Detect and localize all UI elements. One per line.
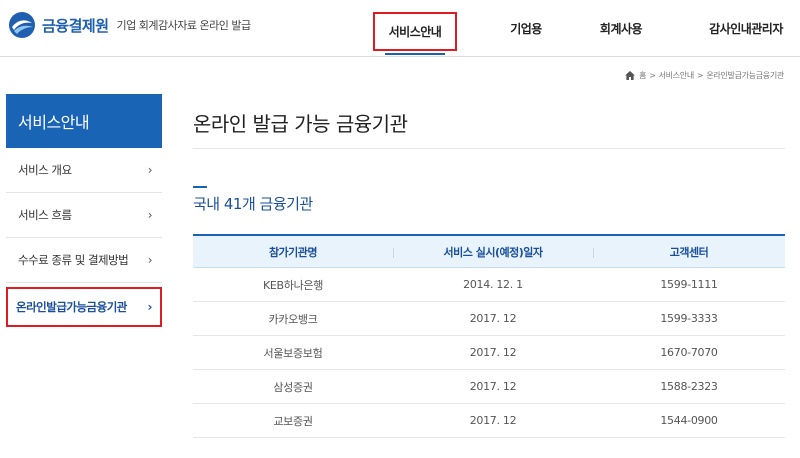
nav-service-guide[interactable]: 서비스안내: [373, 12, 457, 55]
cell-date: 2017. 12: [469, 380, 517, 393]
cell-institution: 서울보증보험: [263, 346, 323, 360]
global-nav: 서비스안내 기업용 회계사용 감사인내관리자: [0, 0, 800, 57]
table-row: 카카오뱅크 2017. 12 1599-3333: [193, 302, 785, 336]
column-header-institution: 참가기관명: [268, 245, 318, 259]
cell-contact: 1599-3333: [660, 312, 718, 325]
cell-contact: 1599-1111: [660, 278, 718, 291]
table-row: KEB하나은행 2014. 12. 1 1599-1111: [193, 268, 785, 302]
home-icon[interactable]: [625, 71, 636, 80]
nav-label: 기업용: [510, 22, 542, 36]
breadcrumb-home[interactable]: 홈: [639, 70, 646, 81]
cell-date: 2017. 12: [469, 414, 517, 427]
cell-contact: 1544-0900: [660, 414, 718, 427]
breadcrumb-separator: >: [696, 71, 704, 80]
sidebar-item-fees[interactable]: 수수료 종류 및 결제방법 ›: [6, 238, 162, 283]
divider: [193, 148, 785, 149]
table-header: 참가기관명 서비스 실시(예정)일자 고객센터: [193, 234, 785, 268]
section-mark: [193, 186, 207, 188]
chevron-right-icon: ›: [147, 253, 153, 267]
nav-company[interactable]: 기업용: [490, 0, 562, 57]
active-underline: [385, 53, 445, 55]
table-row: 삼성증권 2017. 12 1588-2323: [193, 370, 785, 404]
sidebar-item-label: 서비스 흐름: [18, 208, 72, 222]
sidebar-item-flow[interactable]: 서비스 흐름 ›: [6, 193, 162, 238]
table-row: 교보증권 2017. 12 1544-0900: [193, 404, 785, 438]
cell-date: 2014. 12. 1: [463, 278, 523, 291]
nav-label: 서비스안내: [388, 25, 442, 39]
breadcrumb-current: 온라인발급가능금융기관: [706, 71, 784, 80]
table-row: 서울보증보험 2017. 12 1670-7070: [193, 336, 785, 370]
cell-institution: 교보증권: [273, 414, 313, 428]
chevron-right-icon: ›: [147, 163, 153, 177]
cell-institution: KEB하나은행: [262, 278, 324, 292]
sidebar: 서비스안내 서비스 개요 › 서비스 흐름 › 수수료 종류 및 결제방법 › …: [6, 94, 162, 327]
nav-accountant[interactable]: 회계사용: [583, 0, 659, 57]
sidebar-item-overview[interactable]: 서비스 개요 ›: [6, 148, 162, 193]
chevron-right-icon: ›: [147, 300, 153, 314]
cell-contact: 1670-7070: [660, 346, 718, 359]
breadcrumb-service-guide[interactable]: 서비스안내: [659, 70, 695, 81]
nav-auditor-admin[interactable]: 감사인내관리자: [695, 0, 797, 57]
cell-contact: 1588-2323: [660, 380, 718, 393]
cell-institution: 카카오뱅크: [268, 312, 318, 326]
nav-label: 회계사용: [599, 22, 643, 36]
sidebar-item-label: 서비스 개요: [18, 163, 72, 177]
sidebar-title: 서비스안내: [6, 94, 162, 148]
cell-date: 2017. 12: [469, 312, 517, 325]
sidebar-item-label: 온라인발급가능금융기관: [16, 300, 127, 314]
institutions-table: 참가기관명 서비스 실시(예정)일자 고객센터 KEB하나은행 2014. 12…: [193, 234, 785, 438]
chevron-right-icon: ›: [147, 208, 153, 222]
breadcrumb: 홈 > 서비스안내 > 온라인발급가능금융기관: [625, 70, 784, 81]
sidebar-item-institutions[interactable]: 온라인발급가능금융기관 ›: [6, 287, 162, 327]
section-title: 국내 41개 금융기관: [193, 195, 313, 213]
sidebar-item-label: 수수료 종류 및 결제방법: [18, 253, 129, 267]
cell-institution: 삼성증권: [273, 380, 313, 394]
nav-label: 감사인내관리자: [709, 22, 783, 36]
page-title: 온라인 발급 가능 금융기관: [193, 112, 408, 136]
cell-date: 2017. 12: [469, 346, 517, 359]
column-header-date: 서비스 실시(예정)일자: [393, 236, 593, 267]
breadcrumb-separator: >: [649, 71, 656, 80]
column-header-contact: 고객센터: [593, 236, 785, 267]
header: 금융결제원 기업 회계감사자료 온라인 발급 서비스안내 기업용 회계사용 감사…: [0, 0, 800, 57]
